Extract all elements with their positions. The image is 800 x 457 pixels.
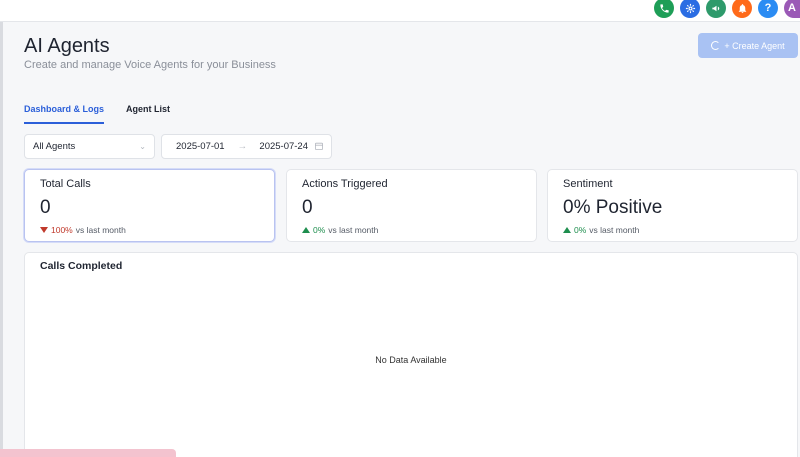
agent-select[interactable]: All Agents ⌄ xyxy=(24,134,155,159)
stat-label: Total Calls xyxy=(40,178,91,190)
top-icon-group: ? A xyxy=(654,0,800,18)
stat-card-total-calls[interactable]: Total Calls 0 100% vs last month xyxy=(24,169,275,242)
empty-state-text: No Data Available xyxy=(375,355,447,365)
help-icon[interactable]: ? xyxy=(758,0,778,18)
tab-bar: Dashboard & Logs Agent List xyxy=(24,104,170,124)
create-agent-button[interactable]: + Create Agent xyxy=(698,33,798,58)
stat-trend: 0% vs last month xyxy=(563,225,782,235)
trend-down-icon xyxy=(40,227,48,233)
stat-trend: 100% vs last month xyxy=(40,225,259,235)
date-range-picker[interactable]: 2025-07-01 → 2025-07-24 xyxy=(161,134,332,159)
stat-label: Sentiment xyxy=(563,178,613,190)
arrow-right-icon: → xyxy=(237,141,248,152)
trend-up-icon xyxy=(563,227,571,233)
left-edge xyxy=(0,0,3,457)
stat-card-actions-triggered[interactable]: Actions Triggered 0 0% vs last month xyxy=(286,169,537,242)
start-date[interactable]: 2025-07-01 xyxy=(176,141,238,152)
stat-value: 0 xyxy=(40,197,51,218)
megaphone-icon[interactable] xyxy=(706,0,726,18)
chevron-down-icon: ⌄ xyxy=(139,142,146,151)
loading-spinner-icon xyxy=(711,41,721,50)
bell-icon[interactable] xyxy=(732,0,752,18)
calls-completed-panel: Calls Completed No Data Available xyxy=(24,252,798,457)
trend-suffix: vs last month xyxy=(589,225,640,235)
trend-percent: 0% xyxy=(574,225,587,235)
trend-percent: 100% xyxy=(51,225,73,235)
create-agent-label: + Create Agent xyxy=(724,40,785,51)
page-subtitle: Create and manage Voice Agents for your … xyxy=(24,59,276,71)
trend-up-icon xyxy=(302,227,310,233)
stat-card-sentiment[interactable]: Sentiment 0% Positive 0% vs last month xyxy=(547,169,798,242)
stat-value: 0% Positive xyxy=(563,197,663,218)
trend-suffix: vs last month xyxy=(75,225,126,235)
page-title: AI Agents xyxy=(24,35,110,57)
trend-suffix: vs last month xyxy=(328,225,379,235)
panel-title: Calls Completed xyxy=(40,260,123,272)
phone-icon[interactable] xyxy=(654,0,674,18)
agent-select-value: All Agents xyxy=(33,141,76,152)
top-bar: ? A xyxy=(0,0,800,22)
trend-percent: 0% xyxy=(313,225,326,235)
stat-trend: 0% vs last month xyxy=(302,225,521,235)
bottom-status-strip xyxy=(0,449,176,457)
end-date[interactable]: 2025-07-24 xyxy=(259,141,315,152)
gear-icon[interactable] xyxy=(680,0,700,18)
stat-label: Actions Triggered xyxy=(302,178,388,190)
tab-agent-list[interactable]: Agent List xyxy=(126,104,170,124)
tab-dashboard-logs[interactable]: Dashboard & Logs xyxy=(24,104,105,124)
avatar[interactable]: A xyxy=(784,0,800,18)
stat-value: 0 xyxy=(302,197,313,218)
calendar-icon[interactable] xyxy=(315,142,323,152)
